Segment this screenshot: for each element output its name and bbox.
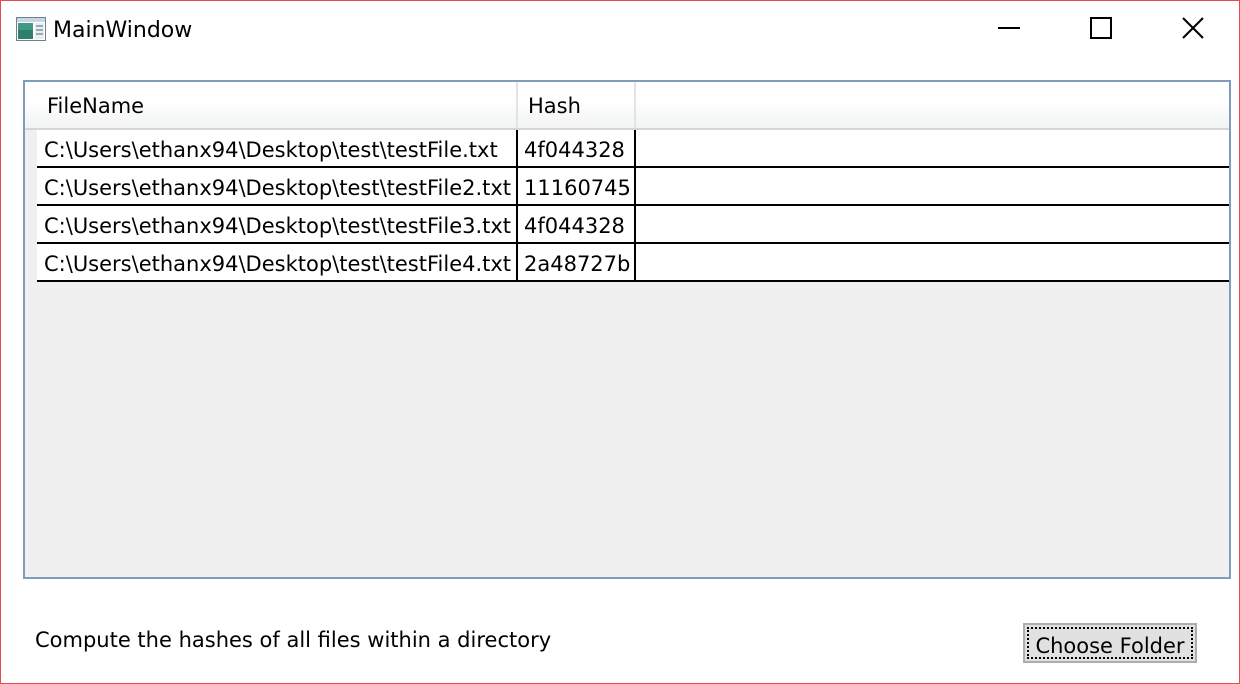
cell-hash[interactable]: 4f044328 [518, 206, 636, 242]
table-row[interactable]: C:\Users\ethanx94\Desktop\test\testFile2… [37, 168, 1229, 206]
column-header-filename[interactable]: FileName [37, 82, 518, 128]
grid-rows: C:\Users\ethanx94\Desktop\test\testFile.… [37, 130, 1229, 282]
grid-header: FileName Hash [25, 82, 1229, 130]
minimize-button[interactable] [963, 1, 1055, 59]
title-bar[interactable]: MainWindow [1, 1, 1239, 59]
close-icon [1181, 16, 1205, 44]
cell-filename[interactable]: C:\Users\ethanx94\Desktop\test\testFile4… [37, 244, 518, 280]
minimize-icon [997, 16, 1021, 44]
cell-filename[interactable]: C:\Users\ethanx94\Desktop\test\testFile.… [37, 130, 518, 166]
cell-hash[interactable]: 4f044328 [518, 130, 636, 166]
description-label: Compute the hashes of all files within a… [35, 628, 552, 652]
table-row[interactable]: C:\Users\ethanx94\Desktop\test\testFile.… [37, 130, 1229, 168]
close-button[interactable] [1147, 1, 1239, 59]
cell-hash[interactable]: 2a48727b [518, 244, 636, 280]
header-row-selector[interactable] [25, 82, 37, 128]
maximize-icon [1089, 16, 1113, 44]
column-header-hash[interactable]: Hash [518, 82, 636, 128]
file-hash-grid[interactable]: FileName Hash C:\Users\ethanx94\Desktop\… [23, 80, 1231, 579]
main-window: MainWindow FileName Hash C:\Users\ethanx… [0, 0, 1240, 684]
window-title: MainWindow [53, 18, 193, 43]
cell-hash[interactable]: 11160745 [518, 168, 636, 204]
choose-folder-button[interactable]: Choose Folder [1023, 623, 1197, 663]
header-filler [636, 82, 1229, 128]
table-row[interactable]: C:\Users\ethanx94\Desktop\test\testFile3… [37, 206, 1229, 244]
app-window-icon [16, 17, 46, 41]
table-row[interactable]: C:\Users\ethanx94\Desktop\test\testFile4… [37, 244, 1229, 282]
maximize-button[interactable] [1055, 1, 1147, 59]
row-selector-gutter[interactable] [25, 130, 37, 282]
cell-filename[interactable]: C:\Users\ethanx94\Desktop\test\testFile3… [37, 206, 518, 242]
cell-filename[interactable]: C:\Users\ethanx94\Desktop\test\testFile2… [37, 168, 518, 204]
